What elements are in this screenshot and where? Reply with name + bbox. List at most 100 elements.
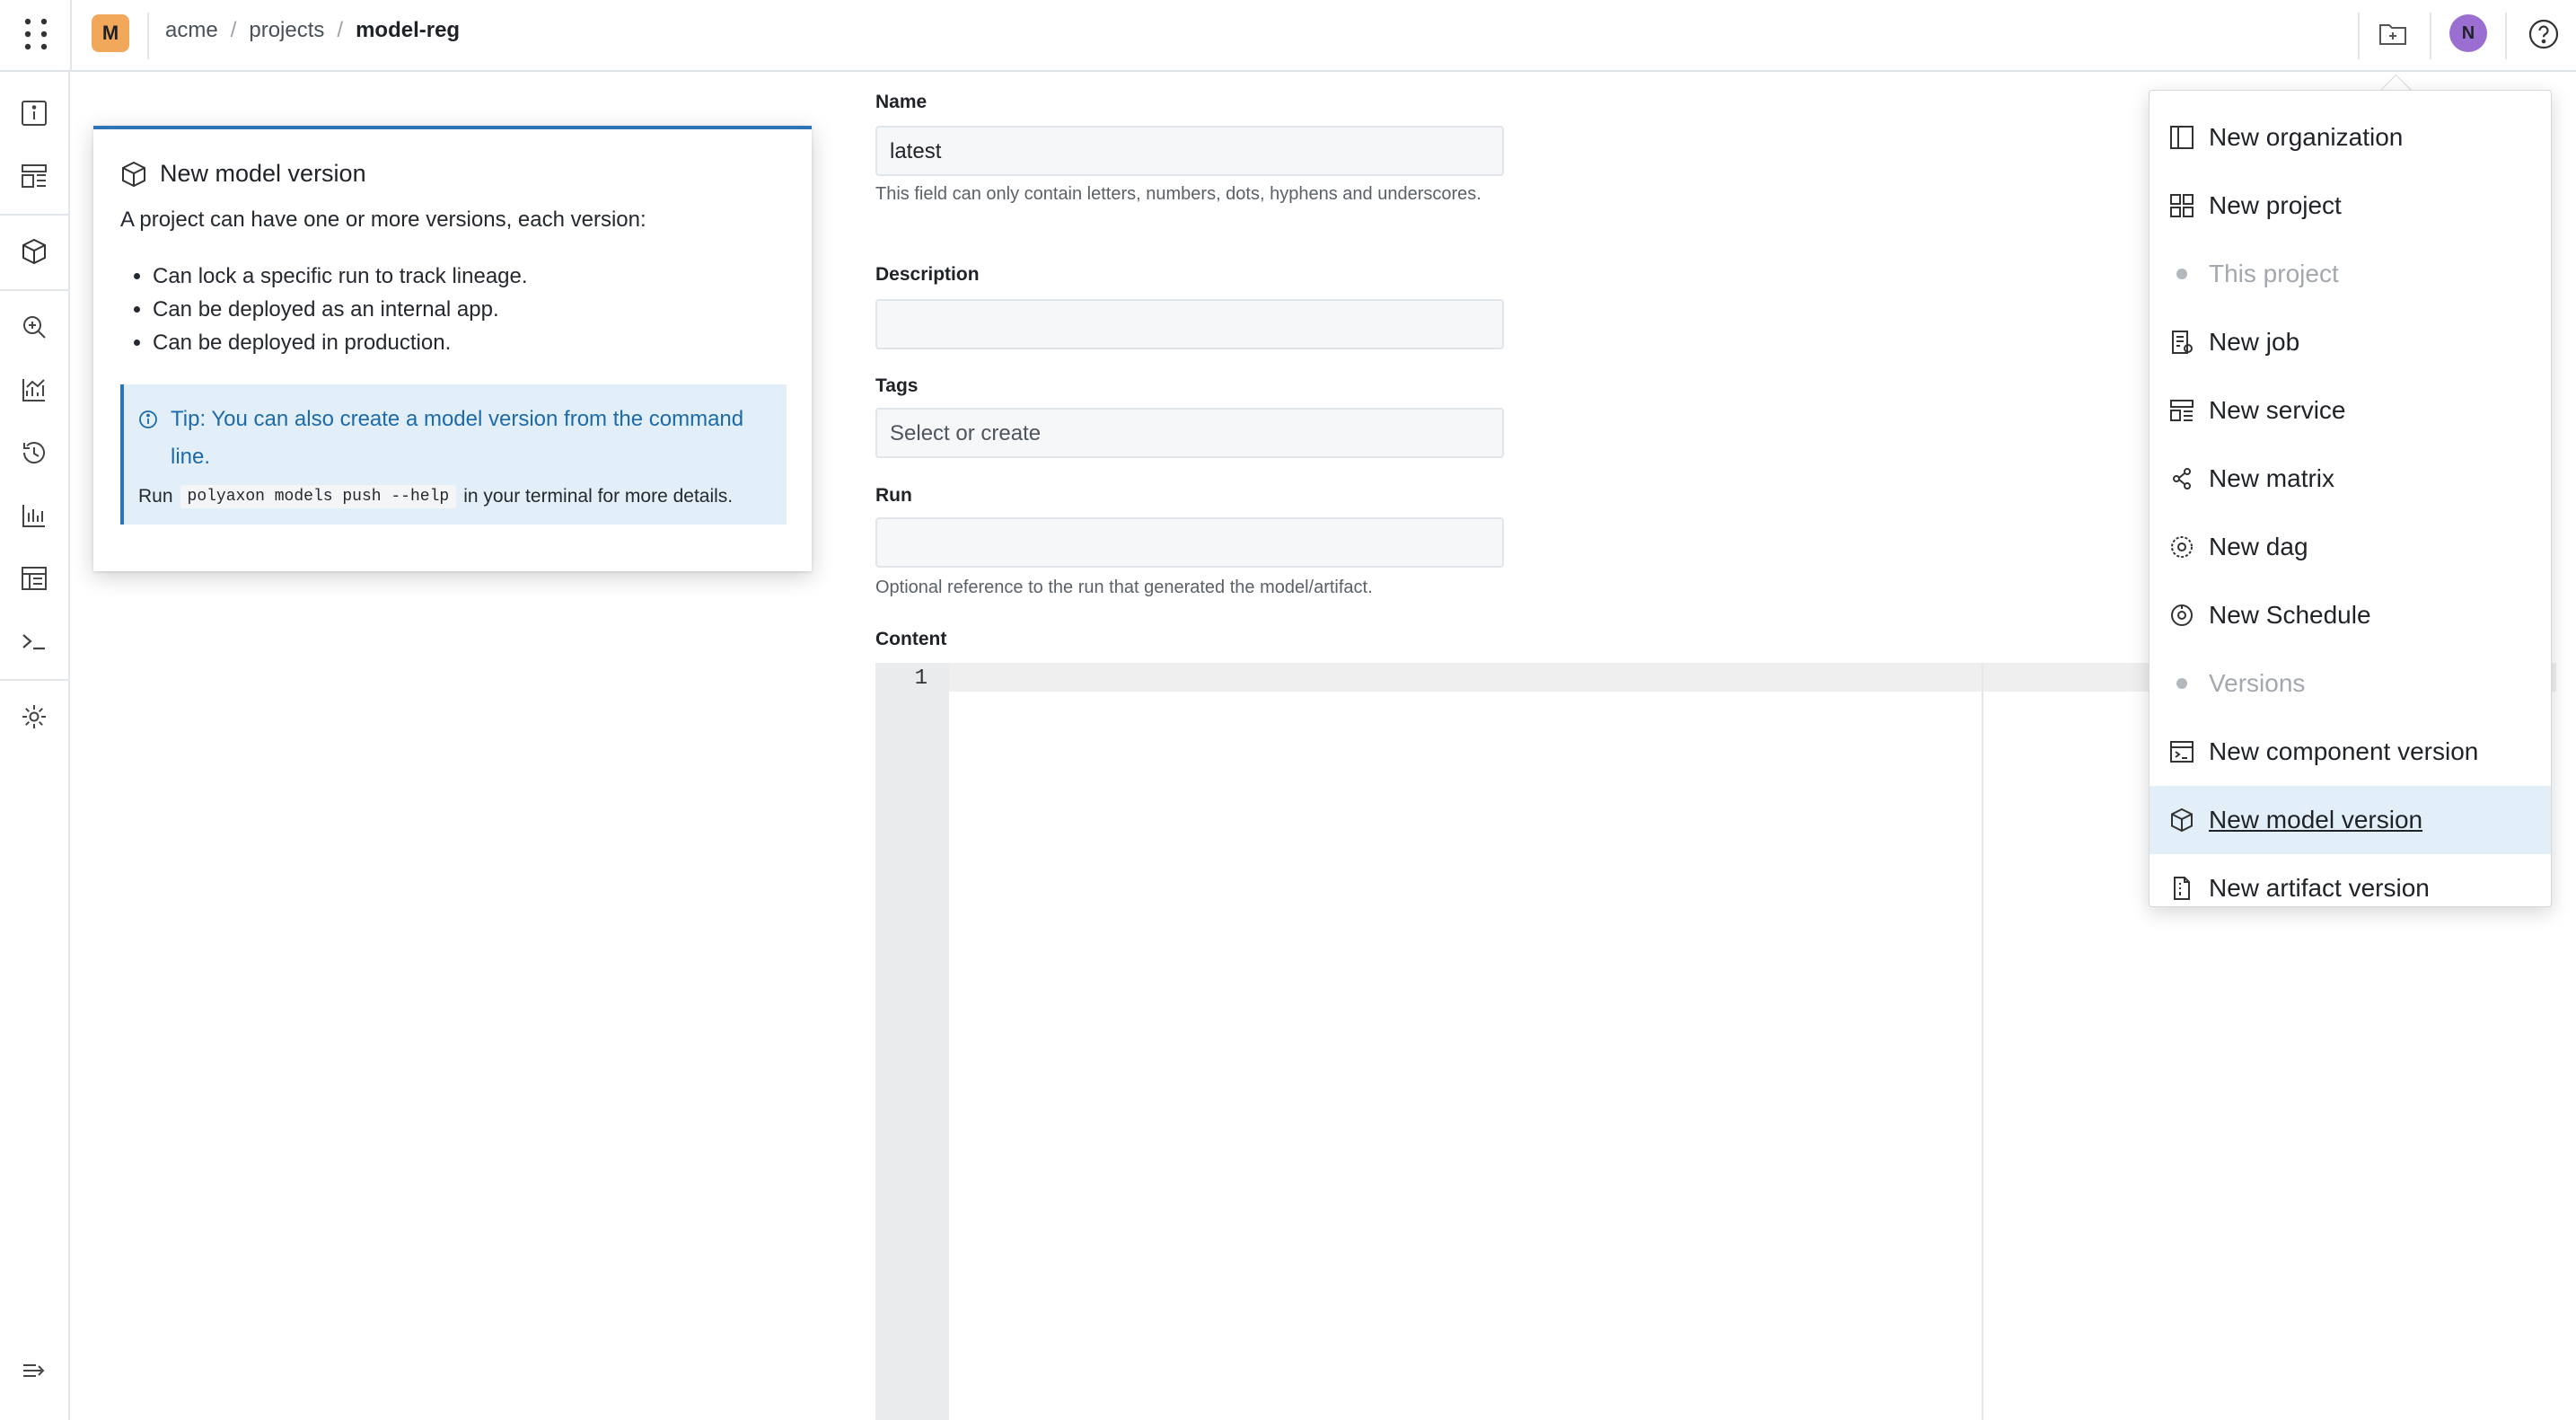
menu-section-versions: Versions <box>2150 649 2551 718</box>
divider <box>147 13 149 59</box>
top-bar: M acme / projects / model-reg N <box>0 0 2576 72</box>
editor-gutter: 1 <box>875 663 949 1420</box>
description-input[interactable] <box>875 299 1504 349</box>
bar-chart-icon[interactable] <box>16 498 52 534</box>
menu-item-label: New project <box>2209 191 2342 219</box>
divider <box>2430 13 2431 59</box>
help-bullet: Can be deployed as an internal app. <box>153 293 785 326</box>
menu-item-label: New matrix <box>2209 464 2335 492</box>
name-label: Name <box>875 92 928 112</box>
dot-icon <box>2167 260 2196 288</box>
info-icon[interactable] <box>16 95 52 131</box>
menu-item-label: New organization <box>2209 123 2404 151</box>
service-icon <box>2167 396 2196 425</box>
menu-section-this-project: This project <box>2150 240 2551 308</box>
help-icon[interactable] <box>2526 16 2562 52</box>
org-badge[interactable]: M <box>92 14 129 52</box>
run-label: Run <box>875 485 912 506</box>
tip-box: Tip: You can also create a model version… <box>120 384 787 525</box>
tip-run-suffix: in your terminal for more details. <box>463 486 734 507</box>
name-input[interactable]: latest <box>875 126 1504 176</box>
menu-item-label: New job <box>2209 328 2300 356</box>
menu-item-new-service[interactable]: New service <box>2150 376 2551 445</box>
schedule-icon <box>2167 601 2196 630</box>
menu-item-new-project[interactable]: New project <box>2150 172 2551 240</box>
breadcrumb-separator: / <box>230 18 237 42</box>
menu-item-new-model-version[interactable]: New model version <box>2150 786 2551 854</box>
menu-item-label: New Schedule <box>2209 601 2371 629</box>
organization-icon <box>2167 123 2196 152</box>
help-card-title-text: New model version <box>160 160 366 187</box>
menu-item-label: New service <box>2209 396 2346 424</box>
dot-icon <box>2167 669 2196 698</box>
name-help-text: This field can only contain letters, num… <box>875 184 1481 204</box>
breadcrumb-current[interactable]: model-reg <box>356 18 460 43</box>
description-label: Description <box>875 264 980 285</box>
divider <box>2505 13 2507 59</box>
menu-item-new-dag[interactable]: New dag <box>2150 513 2551 581</box>
left-sidebar <box>0 72 70 1420</box>
user-avatar[interactable]: N <box>2449 14 2487 52</box>
tip-text: Tip: You can also create a model version… <box>171 407 744 469</box>
breadcrumb-separator: / <box>337 18 344 42</box>
info-circle-icon <box>138 401 158 429</box>
tip-line: Tip: You can also create a model version… <box>138 401 769 476</box>
model-cube-icon <box>120 161 147 188</box>
expand-sidebar-icon[interactable] <box>16 1353 52 1389</box>
tags-select[interactable]: Select or create <box>875 408 1504 458</box>
artifact-icon <box>2167 874 2196 903</box>
help-bullet: Can lock a specific run to track lineage… <box>153 260 785 293</box>
create-dropdown-menu: New organization New project This projec… <box>2149 90 2552 907</box>
help-card-bullets: Can lock a specific run to track lineage… <box>120 260 785 359</box>
divider <box>0 214 70 216</box>
history-icon[interactable] <box>16 435 52 471</box>
tags-label: Tags <box>875 375 919 396</box>
menu-item-new-component-version[interactable]: New component version <box>2150 718 2551 786</box>
editor-ruler <box>1982 663 1983 1420</box>
search-zoom-icon[interactable] <box>16 309 52 345</box>
menu-item-label: New component version <box>2209 737 2479 765</box>
tip-run-prefix: Run <box>138 486 173 507</box>
help-card-intro: A project can have one or more versions,… <box>120 207 646 232</box>
component-icon <box>2167 737 2196 766</box>
project-icon <box>2167 191 2196 220</box>
model-icon <box>2167 806 2196 834</box>
menu-item-label: New artifact version <box>2209 874 2430 902</box>
job-icon <box>2167 328 2196 357</box>
divider <box>0 679 70 681</box>
breadcrumb-projects[interactable]: projects <box>249 18 324 43</box>
divider <box>0 289 70 291</box>
help-card-title: New model version <box>120 160 785 188</box>
help-bullet: Can be deployed in production. <box>153 326 785 359</box>
menu-item-new-schedule[interactable]: New Schedule <box>2150 581 2551 649</box>
breadcrumb-org[interactable]: acme <box>165 18 218 43</box>
new-folder-icon[interactable] <box>2375 16 2411 52</box>
layout-icon[interactable] <box>16 158 52 194</box>
line-number: 1 <box>914 666 928 691</box>
menu-item-label: New dag <box>2209 533 2308 560</box>
models-cube-icon[interactable] <box>16 234 52 269</box>
divider <box>70 0 72 72</box>
dag-icon <box>2167 533 2196 561</box>
tip-command-line: Run polyaxon models push --help in your … <box>138 485 769 508</box>
menu-item-new-job[interactable]: New job <box>2150 308 2551 376</box>
run-help-text: Optional reference to the run that gener… <box>875 578 1373 597</box>
apps-grid-icon[interactable] <box>20 16 52 52</box>
terminal-icon[interactable] <box>16 623 52 659</box>
tip-command-code: polyaxon models push --help <box>180 485 457 508</box>
menu-item-label: New model version <box>2209 806 2423 833</box>
content-label: Content <box>875 629 947 649</box>
settings-gear-icon[interactable] <box>16 699 52 735</box>
menu-item-new-organization[interactable]: New organization <box>2150 103 2551 172</box>
menu-item-new-artifact-version[interactable]: New artifact version <box>2150 854 2551 922</box>
table-list-icon[interactable] <box>16 560 52 596</box>
run-input[interactable] <box>875 517 1504 568</box>
divider <box>2358 13 2360 59</box>
breadcrumb: acme / projects / model-reg <box>165 18 460 43</box>
help-card: New model version A project can have one… <box>93 126 812 571</box>
analytics-chart-icon[interactable] <box>16 372 52 408</box>
matrix-icon <box>2167 464 2196 493</box>
menu-section-label: This project <box>2209 260 2339 287</box>
menu-item-new-matrix[interactable]: New matrix <box>2150 445 2551 513</box>
menu-section-label: Versions <box>2209 669 2306 697</box>
